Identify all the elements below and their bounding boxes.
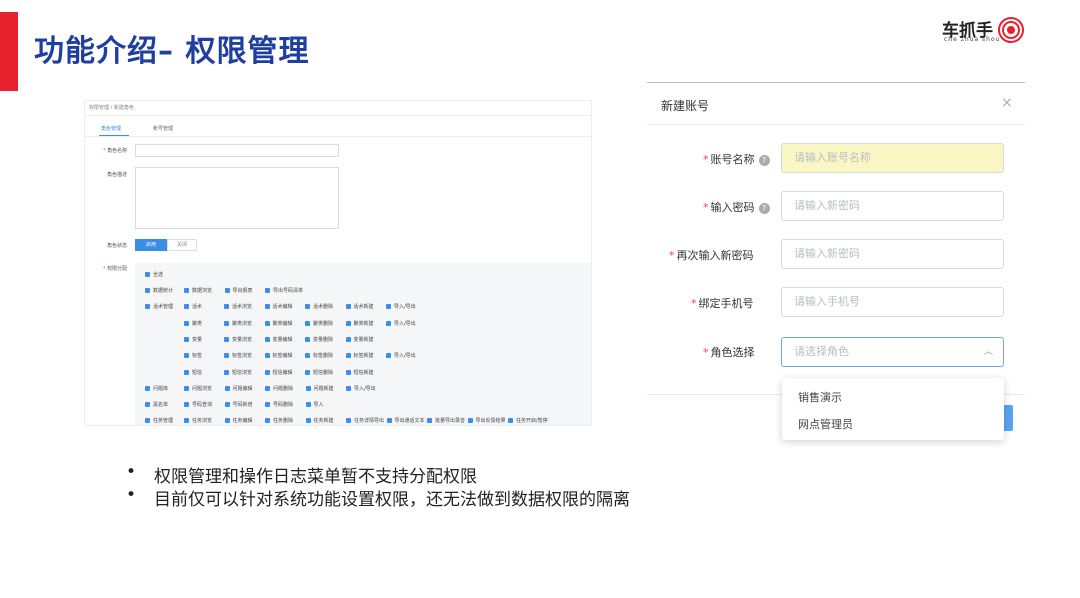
perm-item-checkbox[interactable]: 话术删除 xyxy=(305,303,333,310)
perm-item-checkbox[interactable]: 导出反馈结果 xyxy=(468,417,506,424)
perm-item-checkbox[interactable]: 短信新建 xyxy=(346,369,374,376)
role-option-branch-admin[interactable]: 网点管理员 xyxy=(798,416,853,432)
perm-subgroup-checkbox[interactable]: 聚类 xyxy=(184,320,202,327)
perm-item-checkbox[interactable]: 任务开启/暂停 xyxy=(508,417,548,424)
slide-title: 功能介绍– 权限管理 xyxy=(34,34,310,69)
role-desc-textarea[interactable] xyxy=(135,167,339,229)
perm-item-checkbox[interactable]: 标签新建 xyxy=(346,352,374,359)
note-item: 权限管理和操作日志菜单暂不支持分配权限 xyxy=(126,462,630,487)
perm-group-checkbox[interactable]: 黑名单 xyxy=(145,401,168,408)
perm-item-checkbox[interactable]: 问题新建 xyxy=(306,385,334,392)
confirm-password-label: * 再次输入新密码 xyxy=(669,249,754,262)
perm-item-checkbox[interactable]: 短信删除 xyxy=(305,369,333,376)
brand-logo: 车抓手 che zhua shou xyxy=(942,16,1026,48)
phone-input[interactable]: 请输入手机号 xyxy=(781,287,1004,317)
perm-item-checkbox[interactable]: 短信浏览 xyxy=(224,369,252,376)
role-editor-screenshot: 权限管理 / 新建角色 角色管理 账号管理 * 角色名称 角色描述 角色状态 启… xyxy=(84,100,592,426)
logo-subtext: che zhua shou xyxy=(944,36,1001,43)
role-select-placeholder: 请选择角色 xyxy=(794,345,849,358)
perm-group-checkbox[interactable]: 任务管理 xyxy=(145,417,173,424)
account-name-input[interactable]: 请输入账号名称 xyxy=(781,143,1004,173)
role-desc-label: 角色描述 xyxy=(107,172,128,178)
divider xyxy=(85,115,591,116)
perm-group-checkbox[interactable]: 话术管理 xyxy=(145,303,173,310)
perm-item-checkbox[interactable]: 标签编辑 xyxy=(265,352,293,359)
breadcrumb: 权限管理 / 新建角色 xyxy=(89,105,134,111)
confirm-password-input[interactable]: 请输入新密码 xyxy=(781,239,1004,269)
role-select[interactable]: 请选择角色 ︿ xyxy=(781,337,1004,367)
perm-item-checkbox[interactable]: 话术编辑 xyxy=(265,303,293,310)
close-icon[interactable]: × xyxy=(1001,95,1013,111)
perm-item-checkbox[interactable]: 任务浏览 xyxy=(184,417,212,424)
perm-item-checkbox[interactable]: 变量新建 xyxy=(346,336,374,343)
perm-item-checkbox[interactable]: 号码查询 xyxy=(184,401,212,408)
target-logo-icon xyxy=(998,17,1024,43)
perm-item-checkbox[interactable]: 问题浏览 xyxy=(184,385,212,392)
perm-item-checkbox[interactable]: 导入 xyxy=(306,401,324,408)
permission-matrix: 全选数据统计 数据浏览 导出报表 导出号码清单话术管理 话术 话术浏览 话术编辑 话术删除 话术… xyxy=(135,263,591,425)
help-icon[interactable]: ? xyxy=(758,155,770,166)
perm-item-checkbox[interactable]: 标签删除 xyxy=(305,352,333,359)
perm-item-checkbox[interactable]: 变量编辑 xyxy=(265,336,293,343)
divider xyxy=(647,124,1025,125)
account-name-label: * 账号名称? xyxy=(703,151,770,167)
perm-item-checkbox[interactable]: 聚类删除 xyxy=(305,320,333,327)
perm-item-checkbox[interactable]: 批量导出录音 xyxy=(427,417,465,424)
perm-item-checkbox[interactable]: 号码删除 xyxy=(265,401,293,408)
dialog-title: 新建账号 xyxy=(661,99,710,113)
perm-item-checkbox[interactable]: 导入/导出 xyxy=(346,385,376,392)
perm-item-checkbox[interactable]: 数据浏览 xyxy=(184,287,212,294)
perm-item-checkbox[interactable]: 问题编辑 xyxy=(225,385,253,392)
perm-group-checkbox[interactable]: 问题库 xyxy=(145,385,168,392)
perm-item-checkbox[interactable]: 导入/导出 xyxy=(386,320,416,327)
help-icon[interactable]: ? xyxy=(758,203,770,214)
perm-group-checkbox[interactable]: 数据统计 xyxy=(145,287,173,294)
role-option-sales-demo[interactable]: 销售演示 xyxy=(798,389,842,405)
perm-subgroup-checkbox[interactable]: 变量 xyxy=(184,336,202,343)
perm-item-checkbox[interactable]: 变量浏览 xyxy=(224,336,252,343)
perm-item-checkbox[interactable]: 聚类新建 xyxy=(346,320,374,327)
perm-item-checkbox[interactable]: 话术新建 xyxy=(346,303,374,310)
perm-item-checkbox[interactable]: 导出通话文本 xyxy=(387,417,425,424)
perm-item-checkbox[interactable]: 导出号码清单 xyxy=(265,287,303,294)
perm-subgroup-checkbox[interactable]: 标签 xyxy=(184,352,202,359)
perm-item-checkbox[interactable]: 任务新建 xyxy=(306,417,334,424)
perm-item-checkbox[interactable]: 任务详情导出 xyxy=(346,417,384,424)
role-select-label: * 角色选择 xyxy=(703,346,755,359)
perm-item-checkbox[interactable]: 聚类浏览 xyxy=(224,320,252,327)
divider xyxy=(85,136,591,137)
perm-subgroup-checkbox[interactable]: 短信 xyxy=(184,369,202,376)
phone-label: * 绑定手机号 xyxy=(691,297,754,310)
chevron-up-icon: ︿ xyxy=(983,347,993,357)
perm-item-checkbox[interactable]: 号码新增 xyxy=(225,401,253,408)
note-item: 目前仅可以针对系统功能设置权限，还无法做到数据权限的隔离 xyxy=(126,485,630,510)
role-status-label: 角色状态 xyxy=(107,243,128,249)
perm-item-checkbox[interactable]: 导入/导出 xyxy=(386,352,416,359)
perm-item-checkbox[interactable]: 变量删除 xyxy=(305,336,333,343)
status-enabled-button[interactable]: 启用 xyxy=(135,239,167,251)
select-all-checkbox[interactable]: 全选 xyxy=(145,271,163,278)
tab-role-management[interactable]: 角色管理 xyxy=(101,125,121,132)
perm-item-checkbox[interactable]: 问题删除 xyxy=(265,385,293,392)
perm-item-checkbox[interactable]: 短信编辑 xyxy=(265,369,293,376)
perm-item-checkbox[interactable]: 任务删除 xyxy=(265,417,293,424)
perm-item-checkbox[interactable]: 导出报表 xyxy=(225,287,253,294)
perm-item-checkbox[interactable]: 任务编辑 xyxy=(225,417,253,424)
status-disabled-button[interactable]: 关闭 xyxy=(167,239,197,251)
perm-item-checkbox[interactable]: 标签浏览 xyxy=(224,352,252,359)
password-label: * 输入密码? xyxy=(703,199,770,215)
perm-item-checkbox[interactable]: 话术浏览 xyxy=(224,303,252,310)
accent-bar xyxy=(0,12,18,91)
perm-subgroup-checkbox[interactable]: 话术 xyxy=(184,303,202,310)
notes-list: 权限管理和操作日志菜单暂不支持分配权限 目前仅可以针对系统功能设置权限，还无法做… xyxy=(126,462,630,510)
role-dropdown: 销售演示 网点管理员 xyxy=(782,378,1004,440)
role-name-label: * 角色名称 xyxy=(103,148,128,154)
perm-label: * 权限分配 xyxy=(103,266,128,272)
role-name-input[interactable] xyxy=(135,144,339,157)
tab-account-management[interactable]: 账号管理 xyxy=(153,125,173,132)
perm-item-checkbox[interactable]: 聚类编辑 xyxy=(265,320,293,327)
password-input[interactable]: 请输入新密码 xyxy=(781,191,1004,221)
perm-item-checkbox[interactable]: 导入/导出 xyxy=(386,303,416,310)
